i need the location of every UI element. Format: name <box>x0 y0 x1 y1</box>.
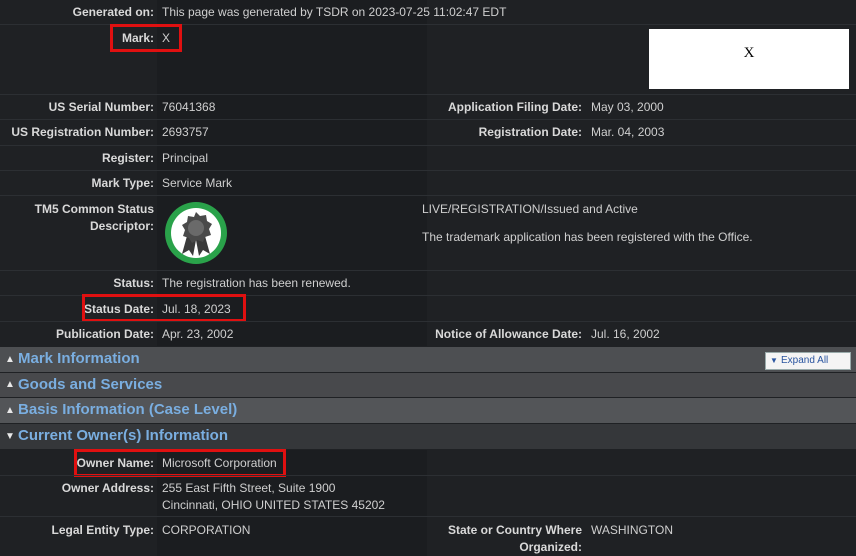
section-title: Current Owner(s) Information <box>18 427 229 444</box>
section-mark-information[interactable]: ▲ Mark Information <box>0 347 856 372</box>
tm5-status-text: LIVE/REGISTRATION/Issued and Active <box>422 202 638 216</box>
registration-date-value: Mar. 04, 2003 <box>591 125 665 139</box>
mark-image-text: X <box>743 45 755 61</box>
section-basis-information[interactable]: ▲ Basis Information (Case Level) <box>0 398 856 423</box>
mark-type-label: Mark Type: <box>91 176 154 190</box>
triangle-down-icon: ▼ <box>5 431 15 442</box>
highlight-owner-name <box>74 449 286 477</box>
separator <box>0 119 856 120</box>
separator <box>0 321 856 322</box>
section-title: Mark Information <box>18 350 140 367</box>
register-value: Principal <box>162 151 209 165</box>
mark-image: X <box>649 29 849 89</box>
section-title: Goods and Services <box>18 376 163 393</box>
state-label-line2: Organized: <box>519 540 582 554</box>
separator <box>0 94 856 95</box>
generated-label: Generated on: <box>72 5 154 19</box>
allowance-date-label: Notice of Allowance Date: <box>435 327 582 341</box>
registration-number-label: US Registration Number: <box>11 125 154 139</box>
separator <box>0 475 856 476</box>
status-label: Status: <box>113 276 154 290</box>
triangle-up-icon: ▲ <box>5 405 15 416</box>
registration-date-label: Registration Date: <box>478 125 582 139</box>
tm5-label-line2: Descriptor: <box>89 219 154 233</box>
register-label: Register: <box>101 151 154 165</box>
registered-badge-icon <box>163 200 229 266</box>
filing-date-value: May 03, 2000 <box>591 100 664 114</box>
tm5-description-text: The trademark application has been regis… <box>422 230 753 244</box>
legal-entity-label: Legal Entity Type: <box>51 523 154 537</box>
section-current-owner[interactable]: ▼ Current Owner(s) Information <box>0 424 856 449</box>
triangle-up-icon: ▲ <box>5 354 15 365</box>
publication-date-value: Apr. 23, 2002 <box>162 327 234 341</box>
filing-date-label: Application Filing Date: <box>448 100 582 114</box>
section-title: Basis Information (Case Level) <box>18 401 238 418</box>
generated-value: This page was generated by TSDR on 2023-… <box>162 5 507 19</box>
owner-address-line1: 255 East Fifth Street, Suite 1900 <box>162 481 336 495</box>
separator <box>0 516 856 517</box>
owner-address-label: Owner Address: <box>61 481 154 495</box>
state-value: WASHINGTON <box>591 523 674 537</box>
state-label-line1: State or Country Where <box>447 523 582 537</box>
publication-date-label: Publication Date: <box>55 327 154 341</box>
highlight-mark <box>110 24 182 52</box>
separator <box>0 195 856 196</box>
serial-value: 76041368 <box>162 100 216 114</box>
tm5-label-line1: TM5 Common Status <box>34 202 154 216</box>
expand-all-button[interactable]: ▼ Expand All <box>765 352 851 370</box>
highlight-status-date <box>82 294 246 322</box>
section-goods-and-services[interactable]: ▲ Goods and Services <box>0 373 856 397</box>
status-value: The registration has been renewed. <box>162 276 351 290</box>
allowance-date-value: Jul. 16, 2002 <box>591 327 660 341</box>
owner-address-line2: Cincinnati, OHIO UNITED STATES 45202 <box>162 498 385 512</box>
registration-number-value: 2693757 <box>162 125 209 139</box>
legal-entity-value: CORPORATION <box>162 523 251 537</box>
expand-all-label: Expand All <box>781 355 829 366</box>
separator <box>0 270 856 271</box>
triangle-down-icon: ▼ <box>770 356 778 365</box>
separator <box>0 145 856 146</box>
serial-label: US Serial Number: <box>48 100 154 114</box>
separator <box>0 170 856 171</box>
triangle-up-icon: ▲ <box>5 379 15 390</box>
mark-type-value: Service Mark <box>162 176 233 190</box>
